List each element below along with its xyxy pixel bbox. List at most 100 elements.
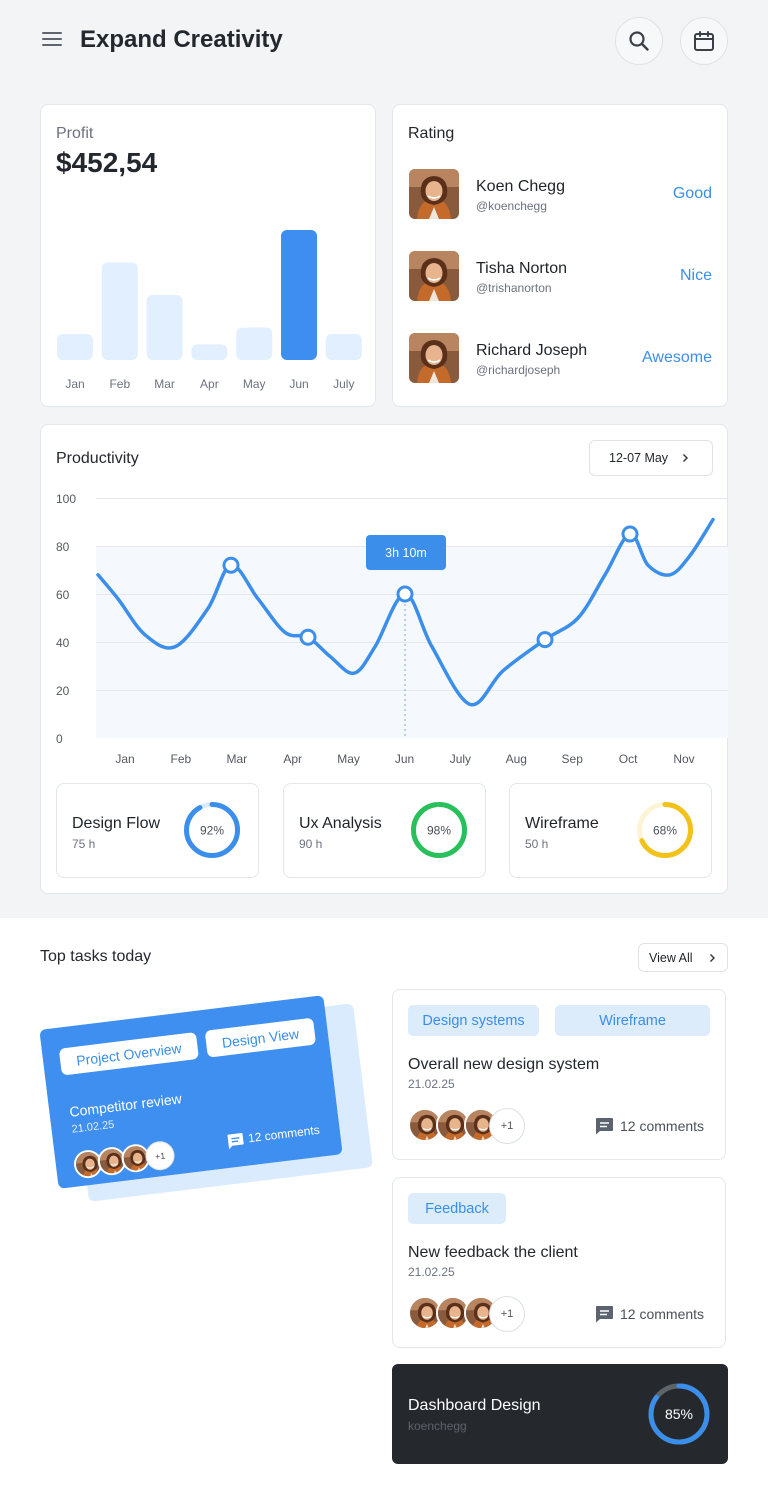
- tag[interactable]: Wireframe: [555, 1005, 710, 1036]
- comment-count: 12 comments: [247, 1122, 321, 1146]
- profit-x-label: Feb: [109, 377, 130, 391]
- y-tick-label: 80: [56, 540, 70, 554]
- chart-tooltip: 3h 10m: [366, 535, 446, 570]
- calendar-button[interactable]: [680, 17, 728, 65]
- ring-label: 85%: [665, 1406, 693, 1422]
- calendar-icon: [694, 31, 714, 51]
- task-card[interactable]: Feedback New feedback the client 21.02.2…: [392, 1177, 726, 1348]
- task-title: Competitor review: [68, 1090, 183, 1120]
- more-members-badge[interactable]: +1: [489, 1296, 525, 1332]
- rating-value: Good: [672, 185, 712, 202]
- profit-bar[interactable]: [101, 262, 138, 361]
- task-date: 21.02.25: [70, 1118, 115, 1136]
- comment-icon: [227, 1133, 244, 1150]
- stat-card-wireframe[interactable]: Wireframe 50 h 68%: [509, 783, 712, 878]
- y-tick-label: 100: [56, 492, 76, 506]
- rating-handle: @trishanorton: [476, 281, 552, 295]
- ring-label: 92%: [200, 823, 224, 837]
- chevron-right-icon: [683, 454, 689, 462]
- avatar[interactable]: [409, 333, 459, 383]
- task-card[interactable]: Design systems Wireframe Overall new des…: [392, 989, 726, 1160]
- x-tick-label: July: [450, 752, 471, 766]
- avatar[interactable]: [409, 169, 459, 219]
- task-title: Overall new design system: [408, 1056, 600, 1073]
- x-tick-label: Jun: [395, 752, 414, 766]
- section-title: Top tasks today: [40, 948, 152, 965]
- rating-card: Rating Koen Chegg @koenchegg Good Tisha …: [392, 104, 728, 407]
- chevron-right-icon: [709, 953, 715, 962]
- date-range-label: 12-07 May: [609, 451, 669, 465]
- progress-ring: 85%: [648, 1383, 710, 1445]
- progress-ring: 68%: [637, 802, 693, 858]
- stat-hours: 90 h: [299, 837, 323, 851]
- tag[interactable]: Design systems: [408, 1005, 539, 1036]
- task-date: 21.02.25: [408, 1265, 455, 1279]
- progress-ring: 98%: [411, 802, 467, 858]
- view-all-label: View All: [649, 950, 693, 965]
- line-point[interactable]: [621, 525, 639, 543]
- ring-label: 98%: [427, 823, 451, 837]
- task-title: New feedback the client: [408, 1244, 578, 1261]
- date-range-select[interactable]: 12-07 May: [589, 440, 713, 476]
- rating-value: Awesome: [642, 349, 712, 366]
- rating-name: Tisha Norton: [476, 260, 567, 277]
- x-tick-label: May: [337, 752, 360, 766]
- view-all-button[interactable]: View All: [638, 943, 728, 972]
- line-point[interactable]: [396, 585, 414, 603]
- profit-bar[interactable]: [57, 334, 93, 360]
- task-date: 21.02.25: [408, 1077, 455, 1091]
- profit-x-label: May: [243, 377, 266, 391]
- tag[interactable]: Design View: [204, 1017, 317, 1058]
- productivity-line-chart: 100 80 60 40 20 0 Jan Feb Mar Apr May Jun July Aug Sep…: [56, 492, 728, 766]
- stat-card-ux-analysis[interactable]: Ux Analysis 90 h 98%: [283, 783, 486, 878]
- comment-count: 12 comments: [620, 1118, 705, 1134]
- more-members-badge[interactable]: +1: [143, 1139, 177, 1172]
- stat-hours: 75 h: [72, 837, 96, 851]
- avatar[interactable]: [409, 251, 459, 301]
- tag-label: Design systems: [422, 1012, 525, 1029]
- tag-label: Feedback: [425, 1200, 489, 1217]
- x-tick-label: Oct: [619, 752, 638, 766]
- x-tick-label: Mar: [226, 752, 247, 766]
- rating-value: Nice: [679, 267, 712, 284]
- stat-title: Wireframe: [525, 815, 599, 832]
- comment-count: 12 comments: [620, 1306, 705, 1322]
- profit-card: Profit $452,54 Jan Feb Mar Apr May Jun July: [40, 104, 376, 407]
- profit-bar[interactable]: [281, 230, 317, 360]
- comment-icon: [596, 1306, 613, 1323]
- y-tick-label: 20: [56, 684, 70, 698]
- more-members-badge[interactable]: +1: [489, 1108, 525, 1144]
- rating-handle: @koenchegg: [476, 199, 547, 213]
- x-tick-label: Nov: [673, 752, 694, 766]
- profit-x-label: Jan: [65, 377, 84, 391]
- tag[interactable]: Project Overview: [58, 1031, 200, 1076]
- line-point[interactable]: [299, 628, 317, 646]
- profit-bar[interactable]: [325, 334, 362, 360]
- profit-x-label: July: [333, 377, 354, 391]
- stat-card-design-flow[interactable]: Design Flow 75 h 92%: [56, 783, 259, 878]
- tooltip-text: 3h 10m: [385, 545, 427, 560]
- tag-label: Project Overview: [75, 1039, 183, 1069]
- dark-card-user: koenchegg: [408, 1419, 467, 1433]
- x-tick-label: Aug: [506, 752, 527, 766]
- y-tick-label: 60: [56, 588, 70, 602]
- progress-ring: 92%: [184, 802, 240, 858]
- tag[interactable]: Feedback: [408, 1193, 506, 1224]
- x-tick-label: Apr: [283, 752, 302, 766]
- dashboard-design-card[interactable]: Dashboard Design koenchegg 85%: [392, 1364, 728, 1464]
- profit-bar[interactable]: [146, 295, 183, 360]
- profit-bar[interactable]: [236, 327, 273, 361]
- profit-x-label: Mar: [154, 377, 175, 391]
- page-title: Expand Creativity: [80, 26, 283, 53]
- rating-handle: @richardjoseph: [476, 363, 561, 377]
- menu-icon[interactable]: [41, 29, 63, 49]
- line-point[interactable]: [222, 556, 240, 574]
- profit-bar[interactable]: [191, 344, 228, 360]
- search-button[interactable]: [615, 17, 663, 65]
- x-tick-label: Jan: [115, 752, 134, 766]
- dark-card-title: Dashboard Design: [408, 1397, 541, 1414]
- line-point[interactable]: [536, 631, 554, 649]
- ring-label: 68%: [653, 823, 677, 837]
- y-tick-label: 40: [56, 636, 70, 650]
- productivity-title: Productivity: [56, 450, 139, 467]
